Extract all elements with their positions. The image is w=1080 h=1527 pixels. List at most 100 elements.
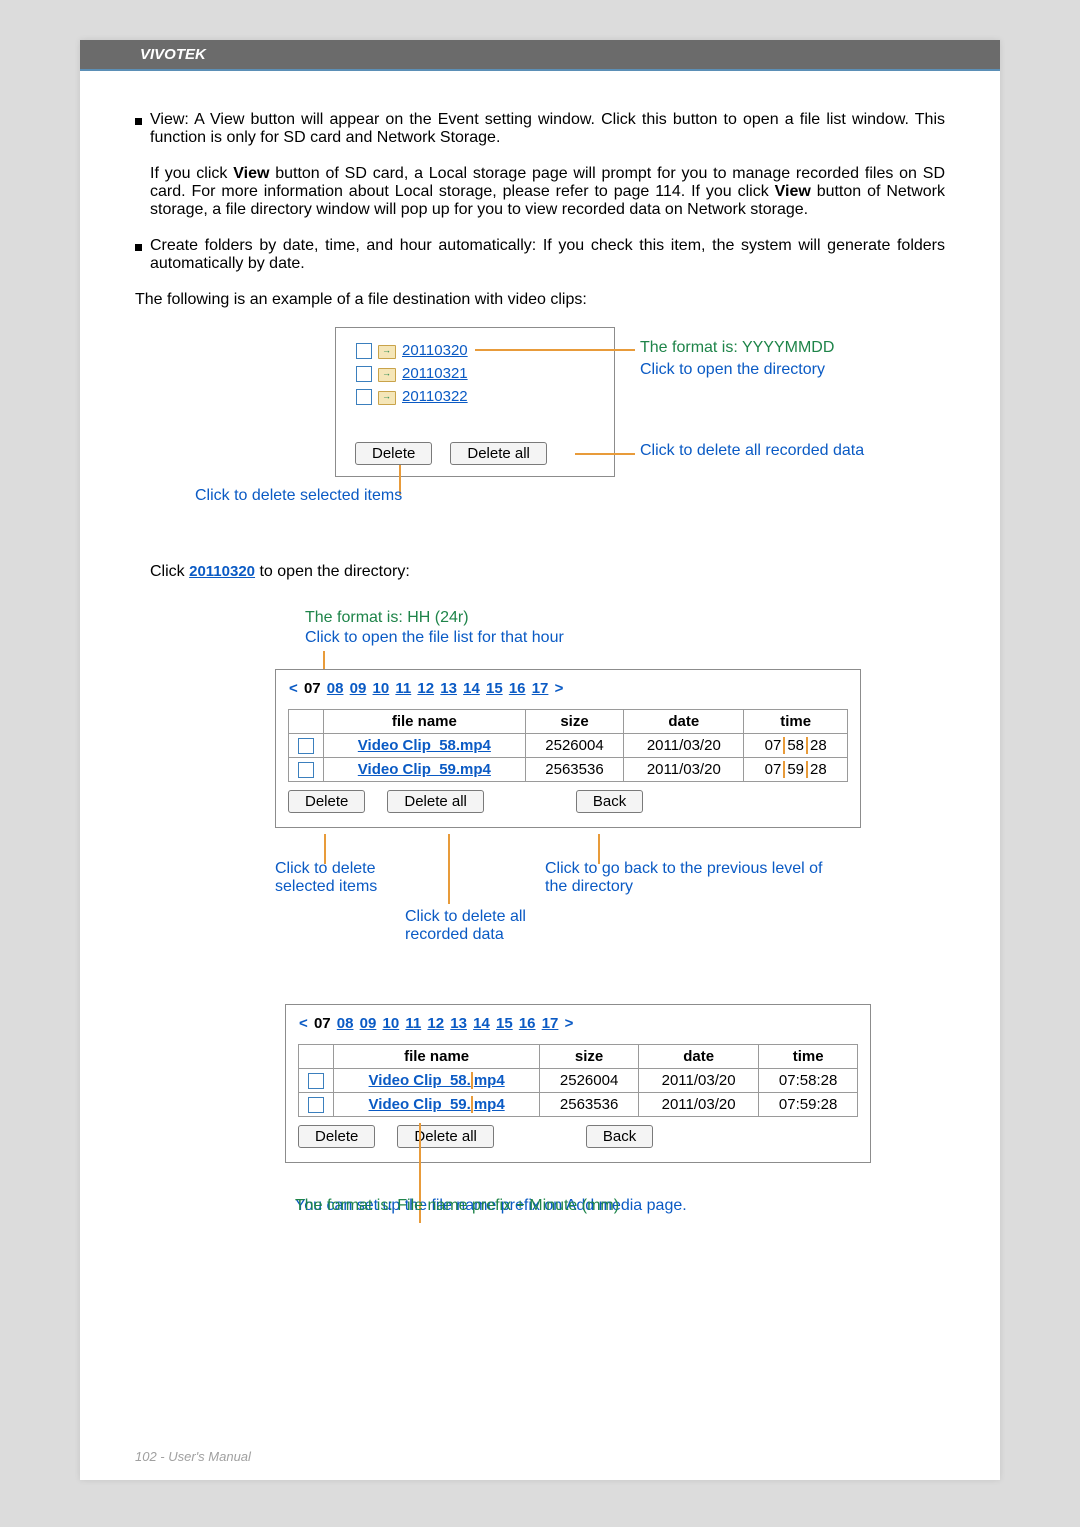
checkbox[interactable] [298,762,314,778]
hour-current: 07 [304,680,321,697]
click-open-text: Click 20110320 to open the directory: [150,563,945,581]
file-table: file name size date time Video Clip_58.m… [298,1044,858,1117]
folder-link-inline[interactable]: 20110320 [189,563,255,580]
checkbox[interactable] [356,343,372,359]
hour-link[interactable]: 10 [373,680,390,697]
view-paragraph-2: If you click View button of SD card, a L… [150,165,945,219]
prev-arrow[interactable]: < [299,1015,308,1032]
create-folders-paragraph: Create folders by date, time, and hour a… [150,237,945,273]
hour-navigation: < 07 08 09 10 11 12 13 14 15 16 17 > [288,680,848,697]
delete-all-button[interactable]: Delete all [450,442,547,465]
hour-link[interactable]: 15 [496,1015,513,1032]
callout-delete-selected: Click to delete selected items [275,860,425,896]
cell-date: 2011/03/20 [638,1093,758,1117]
checkbox[interactable] [308,1073,324,1089]
cell-date: 2011/03/20 [624,734,744,758]
brand-header: VIVOTEK [80,40,1000,69]
th-size: size [525,710,624,734]
th-size: size [540,1045,639,1069]
hour-link[interactable]: 09 [360,1015,377,1032]
table-row: Video Clip_58.mp4 2526004 2011/03/20 07:… [299,1069,858,1093]
cell-size: 2563536 [525,758,624,782]
callout-back: Click to go back to the previous level o… [545,860,825,896]
cell-time: 075928 [744,758,848,782]
cell-size: 2526004 [525,734,624,758]
delete-all-button[interactable]: Delete all [397,1125,494,1148]
hour-link[interactable]: 17 [532,680,549,697]
hour-navigation: < 07 08 09 10 11 12 13 14 15 16 17 > [298,1015,858,1032]
file-link[interactable]: Video Clip_58.mp4 [324,734,526,758]
folder-icon [378,367,394,381]
table-row: Video Clip_59.mp4 2563536 2011/03/20 075… [289,758,848,782]
folder-link-2[interactable]: 20110321 [402,365,468,382]
cell-size: 2526004 [540,1069,639,1093]
table-row: Video Clip_59.mp4 2563536 2011/03/20 07:… [299,1093,858,1117]
cell-time: 07:58:28 [759,1069,858,1093]
hour-file-table-box: < 07 08 09 10 11 12 13 14 15 16 17 > [275,669,861,828]
th-filename: file name [324,710,526,734]
callout-format-hour: The format is: HH (24r) [305,609,469,627]
file-link[interactable]: Video Clip_59.mp4 [324,758,526,782]
hour-link[interactable]: 08 [327,680,344,697]
back-button[interactable]: Back [576,790,643,813]
th-date: date [624,710,744,734]
cell-time: 07:59:28 [759,1093,858,1117]
hour-link[interactable]: 14 [473,1015,490,1032]
hour-link[interactable]: 14 [463,680,480,697]
hour-link[interactable]: 17 [542,1015,559,1032]
page-footer: 102 - User's Manual [135,1449,251,1464]
callout-open-hour: Click to open the file list for that hou… [305,629,564,647]
folder-icon [378,344,394,358]
hour-link[interactable]: 12 [427,1015,444,1032]
th-time: time [744,710,848,734]
callout-delete-all: Click to delete all recorded data [640,442,864,460]
callout-open-directory: Click to open the directory [640,361,825,379]
hour-link[interactable]: 16 [519,1015,536,1032]
folder-link-3[interactable]: 20110322 [402,388,468,405]
checkbox[interactable] [308,1097,324,1113]
hour-link[interactable]: 09 [350,680,367,697]
checkbox[interactable] [356,389,372,405]
view-paragraph: View: A View button will appear on the E… [150,111,945,147]
th-checkbox [299,1045,334,1069]
bullet-icon [135,244,142,251]
delete-button[interactable]: Delete [288,790,365,813]
hour-current: 07 [314,1015,331,1032]
delete-all-button[interactable]: Delete all [387,790,484,813]
th-date: date [638,1045,758,1069]
th-filename: file name [334,1045,540,1069]
next-arrow[interactable]: > [565,1015,574,1032]
delete-button[interactable]: Delete [355,442,432,465]
hour-link[interactable]: 15 [486,680,503,697]
file-link[interactable]: Video Clip_58.mp4 [334,1069,540,1093]
bullet-icon [135,118,142,125]
callout-delete-all: Click to delete all recorded data [405,908,585,944]
folder-link-1[interactable]: 20110320 [402,342,468,359]
cell-time: 075828 [744,734,848,758]
th-checkbox [289,710,324,734]
file-table: file name size date time Video Clip_58.m… [288,709,848,782]
hour-link[interactable]: 12 [417,680,434,697]
th-time: time [759,1045,858,1069]
callout-delete-selected: Click to delete selected items [195,487,402,505]
cell-date: 2011/03/20 [624,758,744,782]
delete-button[interactable]: Delete [298,1125,375,1148]
hour-file-table-box-2: < 07 08 09 10 11 12 13 14 15 16 17 > [285,1004,871,1163]
following-example-text: The following is an example of a file de… [135,291,945,309]
hour-link[interactable]: 10 [383,1015,400,1032]
hour-link[interactable]: 13 [440,680,457,697]
cell-date: 2011/03/20 [638,1069,758,1093]
back-button[interactable]: Back [586,1125,653,1148]
hour-link[interactable]: 11 [395,680,411,697]
hour-link[interactable]: 08 [337,1015,354,1032]
checkbox[interactable] [298,738,314,754]
file-link[interactable]: Video Clip_59.mp4 [334,1093,540,1117]
hour-link[interactable]: 13 [450,1015,467,1032]
hour-link[interactable]: 11 [405,1015,421,1032]
hour-link[interactable]: 16 [509,680,526,697]
checkbox[interactable] [356,366,372,382]
table-row: Video Clip_58.mp4 2526004 2011/03/20 075… [289,734,848,758]
cell-size: 2563536 [540,1093,639,1117]
prev-arrow[interactable]: < [289,680,298,697]
next-arrow[interactable]: > [555,680,564,697]
